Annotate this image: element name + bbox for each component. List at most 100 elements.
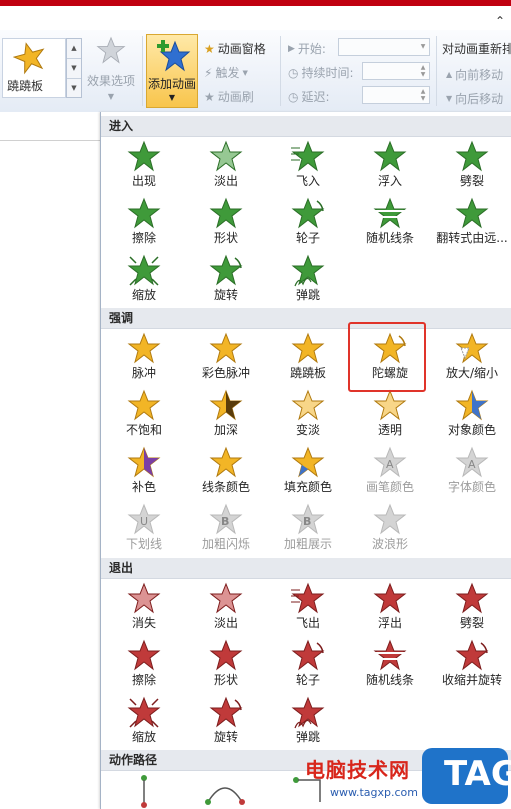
start-select[interactable]: ▼ — [338, 38, 430, 56]
effect-exit-item[interactable]: 收缩并旋转 — [431, 637, 511, 693]
line-path-icon[interactable] — [136, 774, 152, 809]
effect-entrance-item[interactable]: 形状 — [185, 195, 267, 251]
animation-pane-label: 动画窗格 — [217, 42, 266, 56]
effect-label: 填充颜色 — [283, 480, 332, 494]
effect-label: 浮入 — [377, 174, 402, 188]
effect-label: 飞出 — [295, 616, 320, 630]
effect-entrance-item[interactable]: 旋转 — [185, 252, 267, 308]
star-effect-icon — [455, 332, 489, 364]
effect-label: 透明 — [377, 423, 402, 437]
effect-exit-item[interactable]: 浮出 — [349, 580, 431, 636]
watermark-badge: TAG — [422, 748, 511, 804]
lightning-icon: ⚡ — [204, 65, 213, 80]
animation-gallery-item[interactable]: 蹺蹺板 — [2, 38, 66, 98]
chevron-up-icon[interactable]: ⌃ — [495, 14, 505, 28]
effect-exit-item[interactable]: 旋转 — [185, 694, 267, 750]
star-effect-icon — [127, 446, 161, 478]
effect-label: 飞入 — [295, 174, 320, 188]
trigger-button[interactable]: ⚡ 触发 ▼ — [204, 64, 248, 81]
duration-input[interactable]: ▲ ▼ — [362, 62, 430, 80]
delay-label-group: ◷ 延迟: — [288, 88, 330, 105]
effect-emphasis-item[interactable]: 放大/缩小 — [431, 330, 511, 386]
effect-emphasis-item[interactable]: 填充颜色 — [267, 444, 349, 500]
effect-exit-item[interactable]: 弹跳 — [267, 694, 349, 750]
effect-label: 淡出 — [213, 174, 238, 188]
star-effect-icon — [291, 696, 325, 729]
effect-entrance-item[interactable]: 劈裂 — [431, 138, 511, 194]
star-effect-icon — [127, 254, 161, 286]
add-animation-label: 添加动画 — [147, 77, 196, 91]
star-effect-icon: A — [455, 446, 489, 478]
spin-arrows-icon[interactable]: ▲ ▼ — [418, 64, 428, 78]
effect-exit-item[interactable]: 缩放 — [103, 694, 185, 750]
effect-label: 下划线 — [125, 537, 162, 551]
effect-exit-item[interactable]: 随机线条 — [349, 637, 431, 693]
clock-icon: ◷ — [288, 65, 299, 80]
effect-emphasis-item[interactable]: 对象颜色 — [431, 387, 511, 443]
effect-exit-item[interactable]: 消失 — [103, 580, 185, 636]
effect-emphasis-item[interactable]: 不饱和 — [103, 387, 185, 443]
gallery-scrollbar[interactable]: ▲ ▼ ▼ — [66, 38, 82, 98]
effect-emphasis-item[interactable]: 蹺蹺板 — [267, 330, 349, 386]
star-effect-icon — [209, 696, 243, 728]
star-effect-icon — [209, 254, 243, 286]
effect-entrance-item[interactable]: 缩放 — [103, 252, 185, 308]
delay-input[interactable]: ▲ ▼ — [362, 86, 430, 104]
effect-entrance-item[interactable]: 弹跳 — [267, 252, 349, 308]
star-effect-icon — [209, 389, 243, 421]
trigger-label: 触发 — [215, 66, 240, 80]
effect-entrance-item[interactable]: 浮入 — [349, 138, 431, 194]
star-effect-icon — [209, 446, 243, 478]
star-effect-icon — [455, 639, 489, 671]
animation-pane-button[interactable]: ★ 动画窗格 — [204, 40, 266, 57]
star-effect-icon: A — [373, 446, 407, 478]
spin-arrows-icon[interactable]: ▲ ▼ — [418, 88, 428, 102]
gallery-more-icon[interactable]: ▼ — [67, 79, 81, 98]
star-effect-icon — [209, 332, 243, 364]
effect-label: 翻转式由远... — [436, 231, 508, 245]
arc-path-icon[interactable] — [200, 774, 250, 809]
ribbon-tab-strip: ⌃ — [0, 6, 511, 30]
star-effect-icon: B — [291, 503, 325, 535]
effect-exit-item[interactable]: 飞出 — [267, 580, 349, 636]
effect-options-button[interactable]: 效果选项 ▼ — [84, 36, 138, 104]
move-earlier-button[interactable]: ▲ 向前移动 — [446, 66, 503, 83]
effect-label: 缩放 — [131, 288, 156, 302]
effect-entrance-item[interactable]: 翻转式由远... — [431, 195, 511, 251]
scroll-down-icon[interactable]: ▼ — [67, 59, 81, 79]
effect-exit-item[interactable]: 轮子 — [267, 637, 349, 693]
triangle-up-icon: ▲ — [446, 70, 453, 79]
star-effect-icon — [127, 696, 161, 728]
animation-painter-button[interactable]: ★ 动画刷 — [204, 88, 254, 105]
effect-emphasis-item[interactable]: 彩色脉冲 — [185, 330, 267, 386]
star-effect-icon: U — [127, 503, 161, 535]
ribbon-separator — [280, 36, 281, 106]
ribbon-separator — [436, 36, 437, 106]
effect-exit-item[interactable]: 形状 — [185, 637, 267, 693]
effect-entrance-item[interactable]: 随机线条 — [349, 195, 431, 251]
effect-entrance-item[interactable]: 飞入 — [267, 138, 349, 194]
star-effect-icon — [455, 140, 489, 172]
effect-emphasis-item[interactable]: 变淡 — [267, 387, 349, 443]
star-effect-icon — [127, 389, 161, 421]
effect-emphasis-item[interactable]: 补色 — [103, 444, 185, 500]
effect-emphasis-item[interactable]: 脉冲 — [103, 330, 185, 386]
move-later-button[interactable]: ▼ 向后移动 — [446, 90, 503, 107]
effect-exit-item[interactable]: 劈裂 — [431, 580, 511, 636]
effect-entrance-item[interactable]: 擦除 — [103, 195, 185, 251]
effect-exit-item[interactable]: 擦除 — [103, 637, 185, 693]
effect-entrance-item[interactable]: 淡出 — [185, 138, 267, 194]
scroll-up-icon[interactable]: ▲ — [67, 39, 81, 59]
effect-emphasis-item[interactable]: 加深 — [185, 387, 267, 443]
effect-emphasis-item[interactable]: 透明 — [349, 387, 431, 443]
star-effect-icon — [291, 582, 325, 614]
effect-entrance-item[interactable]: 出现 — [103, 138, 185, 194]
effect-label: 消失 — [131, 616, 156, 630]
add-animation-icon — [157, 40, 191, 72]
effect-exit-item[interactable]: 淡出 — [185, 580, 267, 636]
add-animation-button[interactable]: 添加动画 ▼ — [146, 34, 198, 108]
effect-emphasis-item[interactable]: 线条颜色 — [185, 444, 267, 500]
section-exit-header: 退出 — [101, 558, 511, 579]
star-effect-icon — [373, 582, 407, 614]
effect-entrance-item[interactable]: 轮子 — [267, 195, 349, 251]
